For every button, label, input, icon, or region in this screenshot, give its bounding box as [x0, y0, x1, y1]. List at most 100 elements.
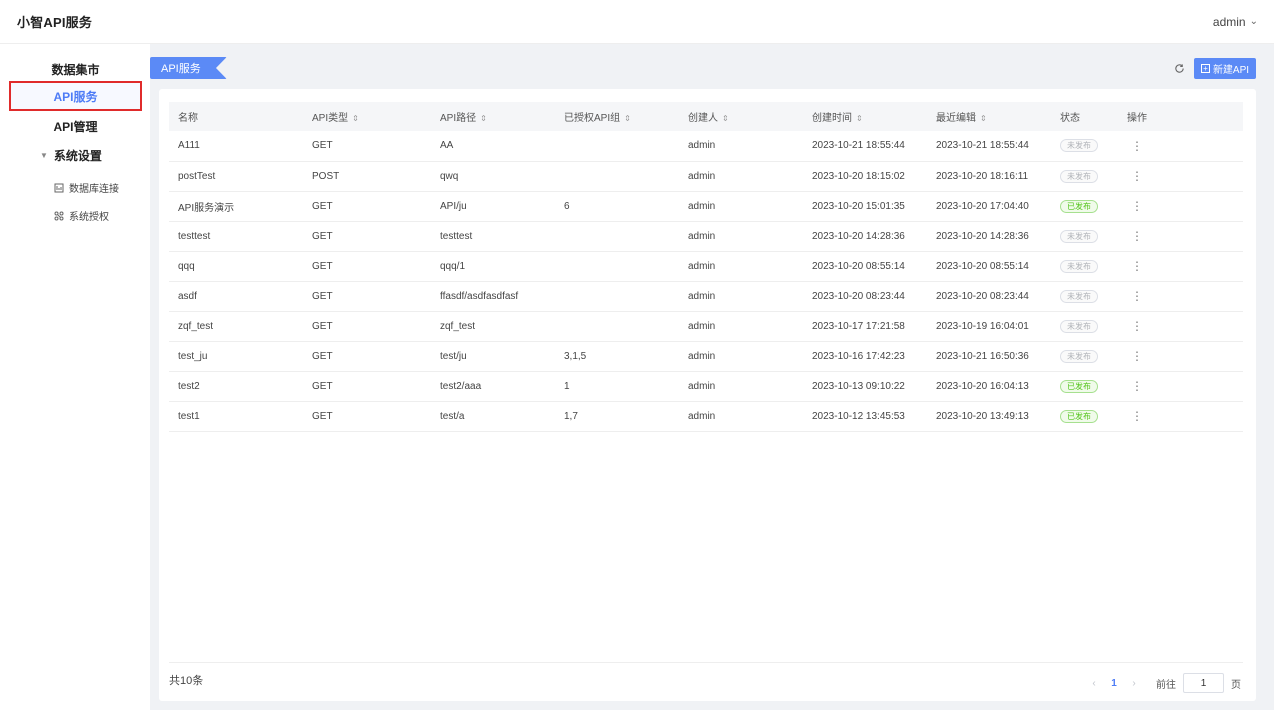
user-menu[interactable]: admin ⌄	[1213, 15, 1258, 29]
column-header: 操作	[1127, 113, 1147, 124]
cell-groups	[555, 311, 679, 341]
column-header[interactable]: 最近编辑 ⇕	[927, 102, 1051, 131]
cell-type: GET	[312, 380, 333, 392]
table-row[interactable]: postTest POST qwq admin 2023-10-20 18:15:02 2…	[169, 161, 1243, 191]
cell-edited: 2023-10-20 08:23:44	[936, 290, 1029, 302]
more-actions-icon[interactable]: ⋮	[1127, 289, 1143, 303]
cell-path: test/ju	[440, 350, 467, 362]
table-row[interactable]: testtest GET testtest admin 2023-10-20 14:28…	[169, 221, 1243, 251]
column-header[interactable]: 创建时间 ⇕	[803, 102, 927, 131]
cell-actions: ⋮	[1118, 341, 1243, 371]
cell-created: 2023-10-21 18:55:44	[812, 140, 905, 152]
cell-path: test/a	[440, 410, 465, 422]
cell-created: 2023-10-13 09:10:22	[812, 380, 905, 392]
cell-type: GET	[312, 410, 333, 422]
cell-created: 2023-10-20 14:28:36	[812, 230, 905, 242]
column-header[interactable]: API路径 ⇕	[431, 102, 555, 131]
table-row[interactable]: API服务演示 GET API/ju 6 admin 2023-10-20 15:01:3…	[169, 191, 1243, 221]
cell-groups	[555, 221, 679, 251]
cell-created: 2023-10-17 17:21:58	[812, 320, 905, 332]
cell-actions: ⋮	[1118, 251, 1243, 281]
cell-status: 未发布	[1051, 341, 1118, 371]
cell-actions: ⋮	[1118, 281, 1243, 311]
status-badge: 未发布	[1060, 259, 1098, 273]
refresh-button[interactable]	[1172, 61, 1186, 75]
table-panel: 名称 API类型 ⇕ API路径 ⇕ 已授权API组 ⇕ 创建人 ⇕ 创建时间 ⇕ 最近编…	[159, 89, 1256, 701]
cell-creator: admin	[688, 230, 716, 242]
table-row[interactable]: test2 GET test2/aaa 1 admin 2023-10-13 09:10:…	[169, 371, 1243, 401]
cell-path: test2/aaa	[440, 380, 482, 392]
sort-icon: ⇕	[856, 114, 863, 123]
cell-groups	[555, 131, 679, 161]
page-suffix: 页	[1231, 679, 1241, 691]
sidebar-item-api-service[interactable]: API服务	[9, 81, 142, 111]
more-actions-icon[interactable]: ⋮	[1127, 319, 1143, 333]
auth-icon	[54, 211, 64, 220]
column-header[interactable]: API类型 ⇕	[303, 102, 431, 131]
table-row[interactable]: qqq GET qqq/1 admin 2023-10-20 08:55:14 2023-…	[169, 251, 1243, 281]
status-badge: 已发布	[1060, 199, 1098, 213]
cell-status: 已发布	[1051, 371, 1118, 401]
cell-type: POST	[312, 170, 340, 182]
cell-edited: 2023-10-20 16:04:13	[936, 380, 1029, 392]
tab-api-service[interactable]: API服务	[150, 57, 227, 79]
table-row[interactable]: test_ju GET test/ju 3,1,5 admin 2023-10-16 17…	[169, 341, 1243, 371]
table-row[interactable]: asdf GET ffasdf/asdfasdfasf admin 2023-10-20…	[169, 281, 1243, 311]
sort-icon: ⇕	[352, 114, 359, 123]
more-actions-icon[interactable]: ⋮	[1127, 169, 1143, 183]
sidebar: 数据集市 API服务 API管理 ▼ 系统设置 数据库连接 系统授权	[0, 44, 150, 710]
plus-square-icon: +	[1200, 64, 1210, 73]
cell-groups	[555, 281, 679, 311]
goto-label: 前往	[1156, 679, 1176, 691]
cell-name: A111	[178, 140, 200, 152]
new-api-button[interactable]: + 新建API	[1194, 58, 1256, 79]
more-actions-icon[interactable]: ⋮	[1127, 199, 1143, 213]
prev-page-icon[interactable]: ‹	[1084, 678, 1104, 689]
column-header[interactable]: 创建人 ⇕	[679, 102, 803, 131]
table-row[interactable]: A111 GET AA admin 2023-10-21 18:55:44 2023-10…	[169, 131, 1243, 161]
more-actions-icon[interactable]: ⋮	[1127, 379, 1143, 393]
column-header[interactable]: 已授权API组 ⇕	[555, 102, 679, 131]
sidebar-item-db-connection[interactable]: 数据库连接	[54, 180, 119, 195]
more-actions-icon[interactable]: ⋮	[1127, 139, 1143, 153]
table-row[interactable]: test1 GET test/a 1,7 admin 2023-10-12 13:45:5…	[169, 401, 1243, 431]
cell-groups: 6	[564, 200, 570, 212]
next-page-icon[interactable]: ›	[1124, 678, 1144, 689]
page-number[interactable]: 1	[1104, 678, 1124, 689]
footer-divider	[169, 662, 1243, 663]
more-actions-icon[interactable]: ⋮	[1127, 349, 1143, 363]
cell-name: zqf_test	[178, 320, 214, 332]
goto-page-input[interactable]	[1183, 673, 1224, 693]
api-table: 名称 API类型 ⇕ API路径 ⇕ 已授权API组 ⇕ 创建人 ⇕ 创建时间 ⇕ 最近编…	[169, 102, 1243, 432]
sidebar-item-system-auth[interactable]: 系统授权	[54, 208, 109, 223]
table-row[interactable]: zqf_test GET zqf_test admin 2023-10-17 17:21…	[169, 311, 1243, 341]
column-header: 名称	[178, 113, 198, 124]
sidebar-item-label: 数据集市	[51, 62, 100, 77]
cell-edited: 2023-10-19 16:04:01	[936, 320, 1029, 332]
sidebar-group-system-settings[interactable]: ▼ 系统设置	[40, 147, 102, 164]
cell-created: 2023-10-16 17:42:23	[812, 350, 905, 362]
more-actions-icon[interactable]: ⋮	[1127, 409, 1143, 423]
more-actions-icon[interactable]: ⋮	[1127, 259, 1143, 273]
cell-status: 未发布	[1051, 161, 1118, 191]
cell-status: 未发布	[1051, 131, 1118, 161]
cell-edited: 2023-10-20 14:28:36	[936, 230, 1029, 242]
cell-type: GET	[312, 320, 333, 332]
sidebar-item-api-management[interactable]: API管理	[9, 111, 142, 141]
status-badge: 未发布	[1060, 229, 1098, 243]
pagination: ‹ 1 › 前往 页	[1084, 673, 1241, 693]
top-header: 小智API服务 admin ⌄	[0, 0, 1274, 44]
sort-icon: ⇕	[624, 114, 631, 123]
status-badge: 已发布	[1060, 379, 1098, 393]
cell-path: zqf_test	[440, 320, 476, 332]
cell-created: 2023-10-20 18:15:02	[812, 170, 905, 182]
cell-type: GET	[312, 350, 333, 362]
sort-icon: ⇕	[480, 114, 487, 123]
cell-actions: ⋮	[1118, 401, 1243, 431]
cell-status: 未发布	[1051, 281, 1118, 311]
sidebar-group-label: 系统设置	[53, 149, 102, 163]
cell-path: ffasdf/asdfasdfasf	[440, 290, 519, 302]
table-header-row: 名称 API类型 ⇕ API路径 ⇕ 已授权API组 ⇕ 创建人 ⇕ 创建时间 ⇕ 最近编…	[169, 102, 1243, 131]
more-actions-icon[interactable]: ⋮	[1127, 229, 1143, 243]
sidebar-item-data-market[interactable]: 数据集市	[9, 54, 142, 84]
